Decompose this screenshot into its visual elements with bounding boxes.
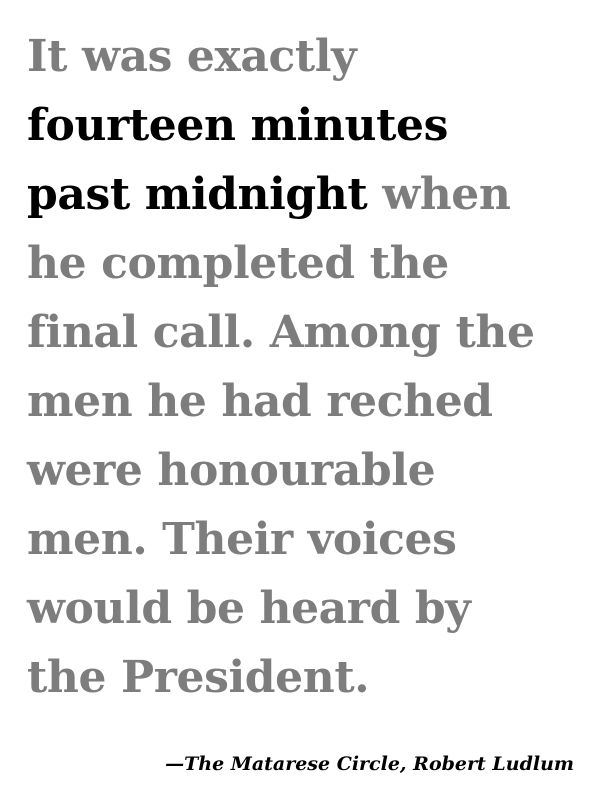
quote-line: final call. Among the bbox=[27, 298, 582, 367]
quote-line: men. Their voices bbox=[27, 505, 582, 574]
quote-segment: were honourable bbox=[27, 445, 436, 496]
quote-segment: would be heard by bbox=[27, 583, 471, 634]
quote-text: It was exactly fourteen minutes past mid… bbox=[27, 22, 582, 712]
highlighted-phrase: fourteen minutes bbox=[27, 100, 449, 151]
quote-segment: when bbox=[367, 169, 511, 220]
quote-segment: men. Their voices bbox=[27, 514, 457, 565]
quote-segment: final call. Among the bbox=[27, 307, 535, 358]
quote-segment: It was exactly bbox=[27, 31, 357, 82]
quote-line: would be heard by bbox=[27, 574, 582, 643]
quote-line: It was exactly bbox=[27, 22, 582, 91]
quote-line: men he had reched bbox=[27, 367, 582, 436]
highlighted-phrase: past midnight bbox=[27, 169, 368, 220]
quote-line: the President. bbox=[27, 643, 582, 712]
quote-segment: he completed the bbox=[27, 238, 449, 289]
quote-segment: the President. bbox=[27, 652, 370, 703]
quote-segment: men he had reched bbox=[27, 376, 493, 427]
quote-attribution: —The Matarese Circle, Robert Ludlum bbox=[165, 753, 574, 775]
quote-line: past midnight when bbox=[27, 160, 582, 229]
quote-line: he completed the bbox=[27, 229, 582, 298]
quote-line: fourteen minutes bbox=[27, 91, 582, 160]
quote-line: were honourable bbox=[27, 436, 582, 505]
